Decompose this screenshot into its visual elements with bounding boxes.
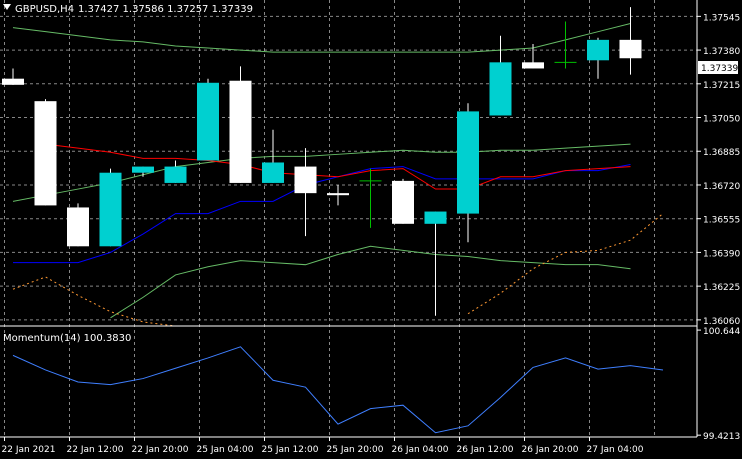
price-tick-label: 1.37380 (703, 47, 740, 57)
candle-bull[interactable] (424, 211, 447, 224)
candle-bear[interactable] (522, 62, 544, 69)
candle-bull[interactable] (99, 172, 122, 247)
price-tick-label: 1.36885 (703, 148, 740, 158)
candle-bull[interactable] (489, 62, 512, 116)
time-tick-label: 25 Jan 20:00 (327, 445, 384, 455)
price-tick-label: 1.36555 (703, 216, 740, 226)
price-tick-label: 1.37545 (703, 13, 740, 23)
candle-bear[interactable] (392, 180, 414, 224)
price-tick-label: 1.36390 (703, 249, 740, 259)
candle-bear[interactable] (619, 39, 642, 59)
time-tick-label: 25 Jan 04:00 (197, 445, 254, 455)
price-tick-label: 1.36060 (703, 317, 740, 327)
candle-bull[interactable] (164, 166, 187, 183)
candle-bear[interactable] (2, 78, 24, 85)
time-tick-label: 27 Jan 04:00 (587, 445, 644, 455)
candle-bear[interactable] (327, 193, 349, 196)
time-tick-label: 26 Jan 12:00 (457, 445, 514, 455)
candle-bull[interactable] (587, 39, 609, 61)
candle-bull[interactable] (262, 162, 284, 183)
candle-bull[interactable] (132, 166, 154, 173)
symbol-label: GBPUSD,H4 (15, 4, 74, 15)
momentum-tick-label: 100.644 (703, 327, 740, 337)
price-tick-label: 1.37215 (703, 81, 740, 91)
candle-bear[interactable] (294, 166, 317, 194)
time-tick-label: 22 Jan 2021 (2, 445, 56, 455)
chart-canvas[interactable]: GBPUSD,H4 1.37427 1.37586 1.37257 1.3733… (0, 0, 742, 459)
momentum-label: Momentum(14) 100.3830 (3, 333, 131, 344)
time-tick-label: 22 Jan 12:00 (67, 445, 124, 455)
candle-bull[interactable] (457, 111, 479, 214)
candle-bear[interactable] (67, 207, 89, 247)
time-tick-label: 22 Jan 20:00 (132, 445, 189, 455)
time-tick-label: 26 Jan 20:00 (522, 445, 579, 455)
time-tick-label: 26 Jan 04:00 (392, 445, 449, 455)
momentum-tick-label: 99.4213 (703, 432, 740, 442)
candle-bull[interactable] (197, 82, 219, 161)
ohlc-values: 1.37427 1.37586 1.37257 1.37339 (78, 4, 253, 15)
price-tick-label: 1.36720 (703, 182, 740, 192)
time-tick-label: 25 Jan 12:00 (262, 445, 319, 455)
price-tick-label: 1.37050 (703, 115, 740, 125)
candle-bear[interactable] (34, 101, 57, 206)
price-tick-label: 1.36225 (703, 283, 740, 293)
candle-bear[interactable] (229, 80, 252, 183)
current-price-label: 1.37339 (701, 64, 738, 74)
